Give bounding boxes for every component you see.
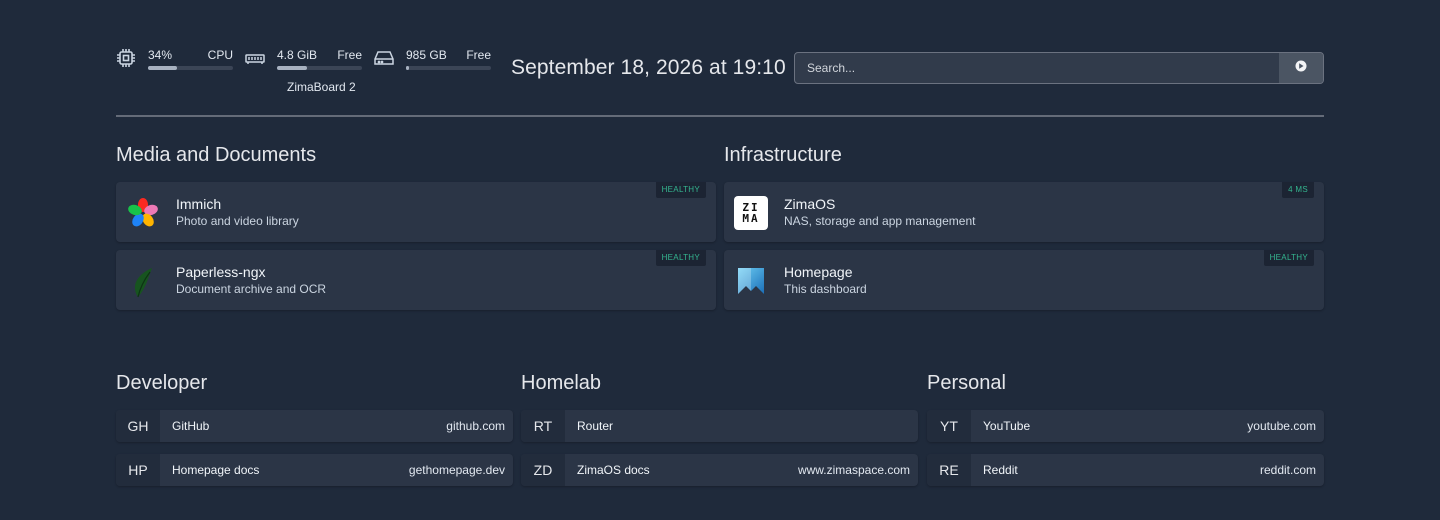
bookmark-abbr: GH (116, 410, 160, 442)
memory-usage-fill (277, 66, 307, 70)
service-card-homepage[interactable]: Homepage This dashboard HEALTHY (724, 250, 1324, 310)
service-card-zimaos[interactable]: ZIMA ZimaOS NAS, storage and app managem… (724, 182, 1324, 242)
bookmark-youtube[interactable]: YT YouTube youtube.com (927, 410, 1324, 442)
immich-icon (126, 196, 160, 230)
cpu-icon (116, 48, 136, 73)
bookmark-group-homelab: Homelab (521, 372, 602, 394)
bookmark-github[interactable]: GH GitHub github.com (116, 410, 513, 442)
bookmark-router[interactable]: RT Router (521, 410, 918, 442)
bookmark-zimaos-docs[interactable]: ZD ZimaOS docs www.zimaspace.com (521, 454, 918, 486)
cpu-value: 34% (148, 48, 173, 62)
bookmark-name: Router (577, 419, 614, 433)
datetime: September 18, 2026 at 19:10 (511, 56, 786, 79)
disk-usage-fill (406, 66, 409, 70)
service-description: NAS, storage and app management (784, 214, 976, 228)
bookmark-href: reddit.com (1259, 463, 1316, 477)
bookmark-group-personal: Personal (927, 372, 1006, 394)
header-divider (116, 115, 1324, 117)
bookmark-homepage-docs[interactable]: HP Homepage docs gethomepage.dev (116, 454, 513, 486)
zimaos-icon: ZIMA (734, 196, 768, 230)
bookmark-href: youtube.com (1247, 419, 1316, 433)
bookmark-group-developer: Developer (116, 372, 208, 394)
disk-label: Free (466, 48, 491, 62)
bookmark-name: Homepage docs (172, 463, 260, 477)
memory-value: 4.8 GiB (277, 48, 318, 62)
search-engine-button[interactable] (1279, 53, 1323, 83)
homepage-icon (734, 264, 768, 298)
bookmark-name: GitHub (172, 419, 210, 433)
search-engine-icon (1295, 59, 1307, 77)
bookmark-href: github.com (446, 419, 505, 433)
disk-value: 985 GB (406, 48, 447, 62)
disk-usage-bar (406, 66, 491, 70)
status-badge: HEALTHY (655, 250, 706, 266)
search-box (794, 52, 1324, 84)
bookmark-href: www.zimaspace.com (797, 463, 910, 477)
service-card-immich[interactable]: Immich Photo and video library HEALTHY (116, 182, 716, 242)
service-card-paperless[interactable]: Paperless-ngx Document archive and OCR H… (116, 250, 716, 310)
service-description: Document archive and OCR (176, 282, 327, 296)
service-name: Paperless-ngx (176, 264, 266, 280)
service-name: ZimaOS (784, 196, 836, 212)
memory-widget: 4.8 GiB Free (277, 48, 362, 70)
cpu-usage-bar (148, 66, 233, 70)
bookmark-abbr: RE (927, 454, 971, 486)
bookmark-name: ZimaOS docs (577, 463, 650, 477)
zimaos-logo-text: ZIMA (742, 201, 760, 225)
bookmark-abbr: RT (521, 410, 565, 442)
status-badge: 4 MS (1282, 182, 1314, 198)
service-description: Photo and video library (176, 214, 299, 228)
bookmark-abbr: ZD (521, 454, 565, 486)
memory-usage-bar (277, 66, 362, 70)
cpu-widget: 34% CPU (148, 48, 233, 70)
group-title-media: Media and Documents (116, 144, 317, 166)
service-name: Homepage (784, 264, 853, 280)
service-description: This dashboard (784, 282, 867, 296)
host-label: ZimaBoard 2 (287, 80, 356, 94)
bookmark-reddit[interactable]: RE Reddit reddit.com (927, 454, 1324, 486)
status-badge: HEALTHY (1263, 250, 1314, 266)
bookmark-href: gethomepage.dev (408, 463, 505, 477)
service-name: Immich (176, 196, 222, 212)
cpu-label: CPU (207, 48, 233, 62)
bookmark-name: Reddit (983, 463, 1018, 477)
memory-label: Free (337, 48, 362, 62)
status-badge: HEALTHY (655, 182, 706, 198)
group-title-infrastructure: Infrastructure (724, 144, 842, 166)
disk-widget: 985 GB Free (406, 48, 491, 70)
disk-icon (374, 50, 394, 71)
paperless-icon (126, 264, 160, 298)
bookmark-name: YouTube (983, 419, 1031, 433)
header-widgets: 34% CPU 4.8 GiB Free 985 GB Free ZimaBoa… (116, 44, 1324, 100)
cpu-usage-fill (148, 66, 177, 70)
bookmark-abbr: HP (116, 454, 160, 486)
search-input[interactable] (795, 53, 1279, 83)
bookmark-abbr: YT (927, 410, 971, 442)
memory-icon (245, 52, 265, 70)
